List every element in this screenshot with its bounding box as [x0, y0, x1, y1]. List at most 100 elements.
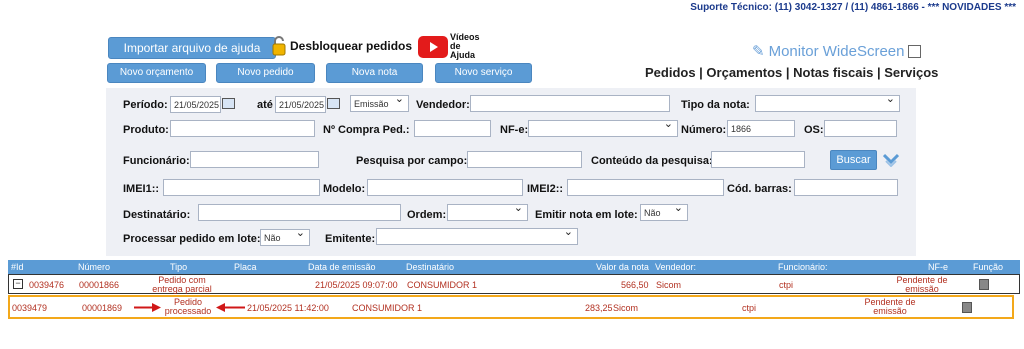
imei2-label: IMEI2:: [527, 183, 564, 195]
model-input[interactable] [367, 179, 523, 196]
recipient-label: Destinatário: [123, 209, 191, 221]
youtube-icon [418, 35, 448, 58]
new-order-button[interactable]: Novo pedido [216, 63, 315, 83]
col-recipient[interactable]: Destinatário [406, 262, 454, 272]
barcode-label: Cód. barras: [727, 183, 792, 195]
collapse-icon[interactable]: − [13, 279, 23, 289]
invoice-type-label: Tipo da nota: [681, 99, 750, 111]
col-plate[interactable]: Placa [234, 262, 257, 272]
os-input[interactable] [824, 120, 897, 137]
table-row[interactable]: − 0039476 00001866 Pedido com entrega pa… [8, 274, 1020, 294]
chevron-down-icon[interactable] [883, 153, 899, 167]
imei2-input[interactable] [567, 179, 724, 196]
col-id[interactable]: #Id [11, 262, 24, 272]
support-info[interactable]: Suporte Técnico: (11) 3042-1327 / (11) 4… [690, 2, 1016, 13]
cell-number: 00001869 [82, 303, 123, 313]
field-search-label: Pesquisa por campo: [356, 155, 468, 167]
batch-invoice-select[interactable]: Não [640, 204, 688, 221]
model-label: Modelo: [323, 183, 366, 195]
period-to-input[interactable]: 21/05/2025 [275, 96, 326, 113]
cell-recipient: CONSUMIDOR 1 [407, 280, 478, 290]
import-help-button[interactable]: Importar arquivo de ajuda [108, 37, 276, 59]
batch-invoice-value: Não [644, 208, 661, 218]
col-function[interactable]: Função [973, 262, 1003, 272]
unlock-orders-button[interactable]: Desbloquear pedidos [272, 36, 412, 56]
cell-employee: ctpi [779, 280, 794, 290]
monitor-label: Monitor WideScreen [768, 42, 905, 60]
col-value[interactable]: Valor da nota [596, 262, 649, 272]
invoice-type-select[interactable] [755, 95, 900, 112]
col-type[interactable]: Tipo [170, 262, 187, 272]
seller-input[interactable] [470, 95, 670, 112]
purchase-order-label: Nº Compra Ped.: [323, 124, 410, 136]
arrow-right-icon [134, 303, 161, 312]
calendar-icon[interactable] [327, 98, 340, 109]
seller-label: Vendedor: [416, 99, 470, 111]
col-issue-date[interactable]: Data de emissão [308, 262, 376, 272]
col-number[interactable]: Número [78, 262, 110, 272]
new-service-button[interactable]: Novo serviço [435, 63, 532, 83]
new-invoice-button[interactable]: Nova nota [326, 63, 423, 83]
number-input[interactable]: 1866 [727, 120, 795, 137]
cell-nfe: Pendente de emissão [864, 297, 916, 316]
search-content-input[interactable] [711, 151, 805, 168]
edit-icon: ✎ [752, 43, 765, 60]
employee-label: Funcionário: [123, 155, 190, 167]
document-icon[interactable] [962, 302, 972, 313]
until-label: até [257, 99, 273, 111]
lock-icon [272, 36, 286, 56]
monitor-widescreen-toggle[interactable]: ✎ Monitor WideScreen [752, 42, 922, 60]
cell-id: 0039479 [12, 303, 48, 313]
product-input[interactable] [170, 120, 315, 137]
order-select[interactable] [447, 204, 528, 221]
section-nav[interactable]: Pedidos | Orçamentos | Notas fiscais | S… [645, 65, 938, 80]
search-button[interactable]: Buscar [830, 150, 877, 170]
period-from-input[interactable]: 21/05/2025 [170, 96, 221, 113]
employee-input[interactable] [190, 151, 319, 168]
widescreen-checkbox[interactable] [908, 44, 922, 58]
nfe-select[interactable] [528, 120, 678, 137]
period-label: Período: [123, 99, 168, 111]
date-type-value: Emissão [354, 99, 389, 109]
cell-id: 0039476 [29, 280, 65, 290]
number-label: Número: [681, 124, 727, 136]
videos-label: Vídeos de Ajuda [450, 32, 480, 60]
col-seller[interactable]: Vendedor: [655, 262, 696, 272]
col-employee[interactable]: Funcionário: [778, 262, 828, 272]
cell-seller: Sicom [656, 280, 682, 290]
table-row-highlighted[interactable]: 0039479 00001869 Pedido processado 21/05… [8, 295, 1014, 319]
os-label: OS: [804, 124, 824, 136]
col-nfe[interactable]: NF-e [928, 262, 948, 272]
cell-nfe: Pendente de emissão [896, 275, 948, 294]
issuer-select[interactable] [376, 228, 578, 245]
calendar-icon[interactable] [222, 98, 235, 109]
cell-issue-date: 21/05/2025 09:07:00 [315, 280, 398, 290]
imei1-input[interactable] [163, 179, 320, 196]
cell-employee: ctpi [742, 303, 757, 313]
field-search-input[interactable] [467, 151, 582, 168]
search-content-label: Conteúdo da pesquisa: [591, 155, 713, 167]
document-icon[interactable] [979, 279, 989, 290]
unlock-label: Desbloquear pedidos [290, 39, 413, 53]
nfe-label: NF-e: [500, 124, 529, 136]
imei1-label: IMEI1:: [123, 183, 160, 195]
cell-seller: Sicom [613, 303, 639, 313]
cell-type: Pedido com entrega parcial [152, 275, 212, 294]
date-type-select[interactable]: Emissão [350, 95, 409, 112]
issuer-label: Emitente: [325, 233, 376, 245]
help-videos-link[interactable]: Vídeos de Ajuda [418, 33, 484, 60]
table-header: #Id Número Tipo Placa Data de emissão De… [8, 260, 1020, 274]
arrow-left-icon [216, 303, 245, 312]
cell-value: 283,25 [585, 303, 613, 313]
purchase-order-input[interactable] [414, 120, 491, 137]
product-label: Produto: [123, 124, 169, 136]
batch-process-value: Não [264, 233, 281, 243]
batch-process-select[interactable]: Não [260, 229, 310, 246]
recipient-input[interactable] [198, 204, 401, 221]
new-quote-button[interactable]: Novo orçamento [107, 63, 206, 83]
barcode-input[interactable] [794, 179, 898, 196]
cell-issue-date: 21/05/2025 11:42:00 [247, 303, 329, 313]
cell-recipient: CONSUMIDOR 1 [352, 303, 423, 313]
batch-process-label: Processar pedido em lote: [123, 233, 261, 245]
cell-number: 00001866 [79, 280, 120, 290]
